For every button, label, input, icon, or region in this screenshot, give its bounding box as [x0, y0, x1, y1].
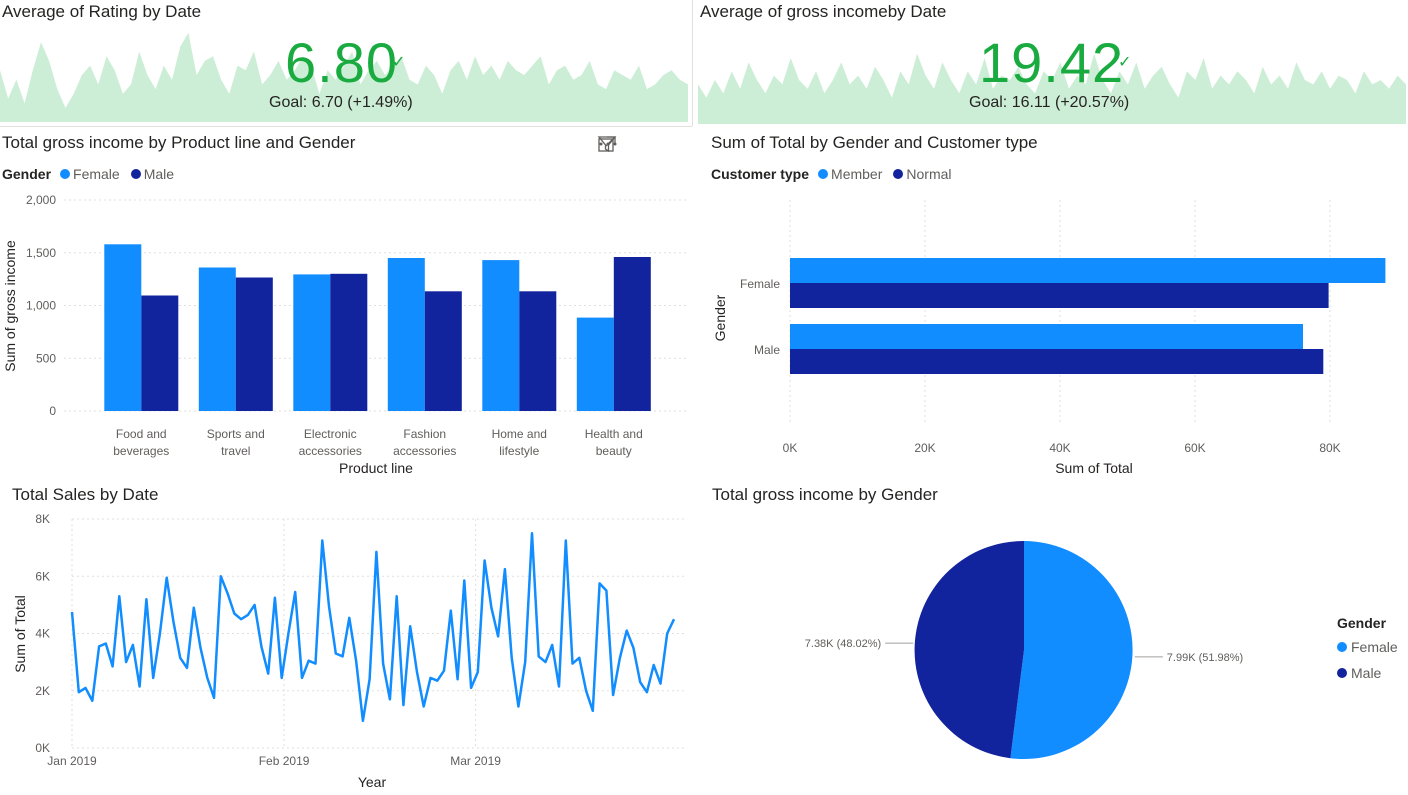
kpi-income-value: 19.42: [979, 31, 1125, 94]
x-tick-label: 60K: [1184, 441, 1205, 455]
pie-slice-female: [1010, 541, 1133, 759]
x-axis-title: Product line: [339, 460, 413, 476]
check-icon: ✓: [392, 54, 406, 71]
x-axis-title: Sum of Total: [1055, 460, 1133, 476]
bar-chart-plot: 0 500 1,000 1,500 2,000 Food and beverages Spor…: [2, 193, 686, 476]
legend-item-male[interactable]: Male: [1337, 665, 1398, 681]
y-tick-label: Female: [740, 277, 780, 291]
y-tick-label: Male: [754, 343, 780, 357]
bar-male: [235, 277, 273, 411]
line-chart-plot: 0K 2K 4K 6K 8K Jan 2019 Feb 2019 Mar 2019 Year Su…: [12, 512, 686, 790]
legend-label: Female: [1351, 639, 1398, 655]
x-tick-label: Fashion: [403, 427, 446, 441]
kpi-rating-value: 6.80: [285, 31, 398, 94]
y-tick-label: 8K: [35, 512, 50, 526]
y-tick-label: 2,000: [26, 193, 56, 207]
data-label: 7.38K (48.02%): [805, 638, 881, 650]
y-tick-label: 1,500: [26, 246, 56, 260]
kpi-income-goal: Goal: 16.11 (+20.57%): [969, 94, 1130, 111]
bar-chart-panel[interactable]: Total gross income by Product line and G…: [0, 128, 692, 480]
y-tick-label: 500: [36, 351, 56, 365]
bar-female: [387, 258, 425, 411]
y-tick-label: 0: [49, 404, 56, 418]
series-line: [70, 532, 676, 723]
y-tick-label: 0K: [35, 741, 50, 755]
bar-female: [482, 260, 520, 411]
y-tick-label: 1,000: [26, 299, 56, 313]
bar-member: [790, 324, 1303, 349]
bar-male: [330, 273, 368, 411]
x-tick-label: accessories: [299, 444, 362, 458]
x-tick-label: 20K: [914, 441, 935, 455]
x-tick-label: lifestyle: [499, 444, 539, 458]
y-axis-title: Sum of Total: [12, 595, 28, 673]
bar-female: [576, 317, 614, 411]
kpi-rating-card[interactable]: Average of Rating by Date 6.80 ✓ Goal: 6…: [0, 0, 692, 126]
x-tick-label: 80K: [1319, 441, 1340, 455]
pie-chart-plot: 7.99K (51.98%) 7.38K (48.02%): [805, 540, 1243, 759]
legend-item-female[interactable]: Female: [1337, 639, 1398, 655]
hbar-chart-panel[interactable]: Sum of Total by Gender and Customer type…: [700, 128, 1408, 480]
line-chart-panel[interactable]: Total Sales by Date 0K 2K 4K 6K 8K Jan 2019 Fe…: [0, 480, 692, 795]
hbar-chart-plot: 0K 20K 40K 60K 80K Female Male Sum of Total Gend…: [712, 200, 1386, 476]
divider: [0, 126, 692, 127]
y-tick-label: 2K: [35, 684, 50, 698]
legend-title: Gender: [1337, 615, 1387, 631]
legend-marker: [1337, 668, 1347, 678]
x-tick-label: Sports and: [207, 427, 265, 441]
bar-male: [519, 291, 557, 411]
x-axis-title: Year: [358, 774, 387, 790]
x-tick-label: Jan 2019: [47, 754, 97, 768]
divider: [692, 0, 693, 126]
x-tick-label: Electronic: [304, 427, 357, 441]
pie-chart-legend: Gender Female Male: [1337, 615, 1398, 691]
x-tick-label: 40K: [1049, 441, 1070, 455]
x-tick-label: Home and: [492, 427, 547, 441]
bar-normal: [790, 283, 1329, 308]
kpi-rating-goal: Goal: 6.70 (+1.49%): [269, 94, 413, 111]
kpi-income-card[interactable]: Average of gross incomeby Date 19.42 ✓ G…: [698, 0, 1408, 126]
pie-slice-male: [914, 540, 1024, 759]
bar-female: [104, 244, 142, 411]
data-label: 7.99K (51.98%): [1167, 652, 1243, 664]
y-tick-label: 4K: [35, 627, 50, 641]
bar-male: [613, 257, 651, 411]
x-tick-label: beauty: [596, 444, 632, 458]
bar-male: [424, 291, 462, 411]
legend-marker: [1337, 642, 1347, 652]
bar-female: [198, 267, 236, 411]
bar-normal: [790, 349, 1324, 374]
x-tick-label: accessories: [393, 444, 456, 458]
bar-member: [790, 258, 1386, 283]
x-tick-label: Health and: [585, 427, 643, 441]
bar-female: [293, 274, 331, 411]
x-tick-label: 0K: [783, 441, 798, 455]
x-tick-label: Mar 2019: [450, 754, 501, 768]
x-tick-label: travel: [221, 444, 250, 458]
pie-chart-panel[interactable]: Total gross income by Gender 7.99K (51.9…: [700, 480, 1408, 795]
x-tick-label: Food and: [116, 427, 167, 441]
y-axis-title: Gender: [712, 294, 728, 341]
y-axis-title: Sum of gross income: [2, 240, 18, 372]
x-tick-label: beverages: [113, 444, 169, 458]
y-tick-label: 6K: [35, 569, 50, 583]
check-icon: ✓: [1118, 54, 1132, 71]
legend-label: Male: [1351, 665, 1382, 681]
bar-male: [141, 295, 179, 411]
x-tick-label: Feb 2019: [259, 754, 310, 768]
